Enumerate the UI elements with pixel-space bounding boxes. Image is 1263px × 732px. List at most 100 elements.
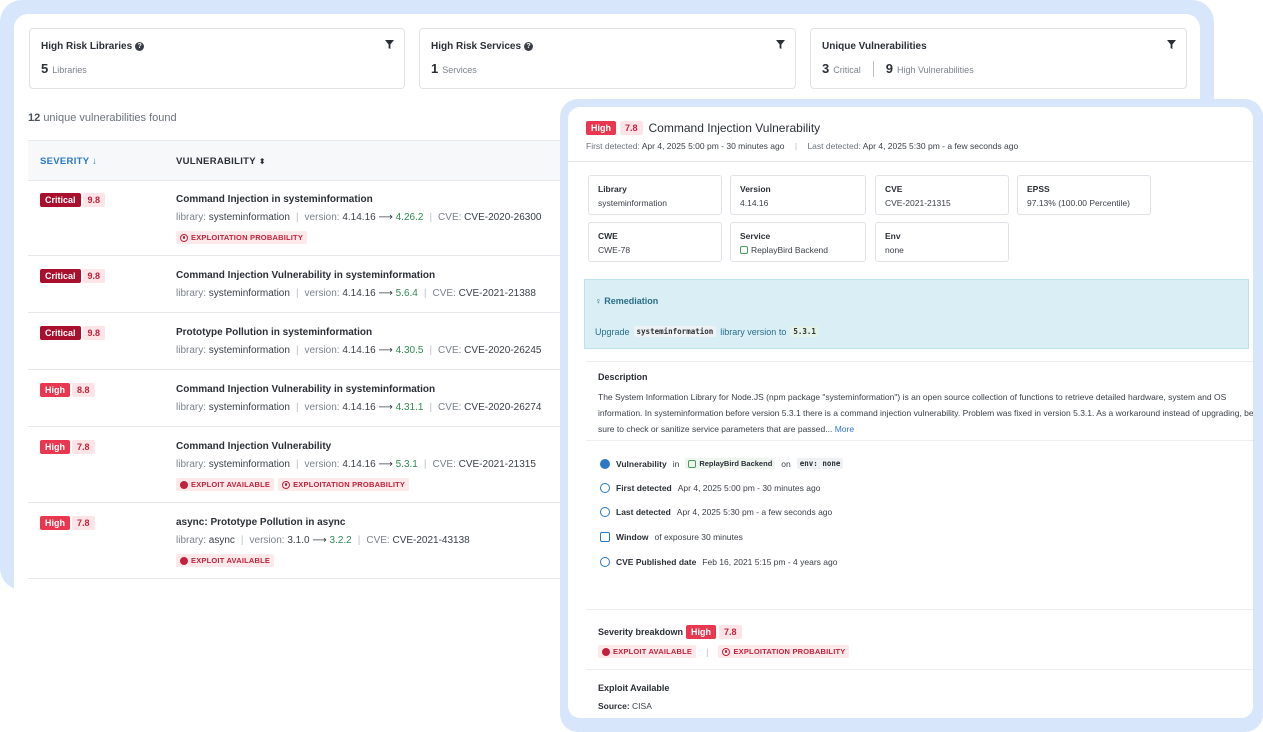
card-high-risk-services[interactable]: High Risk Services? 1 Services <box>419 28 796 89</box>
field-label: CWE <box>598 231 618 241</box>
exploit-available-tag: EXPLOIT AVAILABLE <box>176 554 275 567</box>
table-row[interactable]: High 7.8 Command Injection Vulnerability li… <box>28 427 588 503</box>
divider <box>872 61 874 77</box>
severity-cell: Critical 9.8 <box>40 269 106 283</box>
severity-cell: Critical 9.8 <box>40 326 106 340</box>
table-row[interactable]: Critical 9.8 Prototype Pollution in system… <box>28 313 588 370</box>
env-tag: env: none <box>796 458 844 469</box>
clock-icon <box>600 483 610 493</box>
severity-badge: High <box>40 440 70 454</box>
exploit-available-tag: EXPLOIT AVAILABLE <box>598 645 697 658</box>
card-count: 1 <box>431 61 439 76</box>
lightbulb-icon: ♀ <box>595 296 602 306</box>
field-value: CVE-2021-21315 <box>885 198 951 208</box>
exploit-available-tag: EXPLOIT AVAILABLE <box>176 478 275 491</box>
filter-icon[interactable] <box>1167 40 1176 49</box>
sort-icon: ⬍ <box>258 157 266 166</box>
service-icon <box>740 246 748 254</box>
vulnerability-title[interactable]: Command Injection Vulnerability in syste… <box>176 270 435 281</box>
severity-column-header[interactable]: SEVERITY ↓ <box>40 156 97 167</box>
description-text: The System Information Library for Node.… <box>598 392 1253 434</box>
bomb-icon <box>180 480 188 489</box>
severity-badge: Critical <box>40 269 81 283</box>
help-icon[interactable]: ? <box>135 42 145 51</box>
vulnerability-meta: library: systeminformation | version: 4.14… <box>176 288 536 299</box>
table-row[interactable]: High 7.8 async: Prototype Pollution in asy… <box>28 503 588 579</box>
field-cwe: CWE CWE-78 <box>588 222 722 262</box>
field-epss: EPSS 97.13% (100.00 Percentile) <box>1017 175 1151 215</box>
exploit-available-heading: Exploit Available <box>598 683 670 693</box>
field-value: 97.13% (100.00 Percentile) <box>1027 198 1131 208</box>
severity-score: 7.8 <box>72 440 95 454</box>
bomb-icon <box>180 556 188 565</box>
field-label: CVE <box>885 184 903 194</box>
service-tag: ReplayBird Backend <box>685 458 776 469</box>
globe-icon <box>600 458 610 469</box>
field-service: Service ReplayBird Backend <box>730 222 866 262</box>
library-code: systeminformation <box>633 326 717 337</box>
severity-score: 7.8 <box>719 625 742 639</box>
field-label: Env <box>885 231 901 241</box>
sort-down-icon: ↓ <box>92 156 98 167</box>
field-library: Library systeminformation <box>588 175 722 215</box>
filter-icon[interactable] <box>776 40 785 49</box>
fact-window: Window of exposure 30 minutes <box>600 532 743 542</box>
exploit-source: Source: CISA <box>598 701 652 711</box>
target-icon <box>722 647 731 656</box>
table-row[interactable]: High 8.8 Command Injection Vulnerability i… <box>28 370 588 427</box>
card-high-risk-libraries[interactable]: High Risk Libraries? 5 Libraries <box>29 28 405 89</box>
severity-cell: High 8.8 <box>40 383 95 397</box>
severity-cell: High 7.8 <box>40 516 95 530</box>
card-unit: Libraries <box>52 65 87 75</box>
field-value: CWE-78 <box>598 245 631 255</box>
vulnerability-meta: library: async | version: 3.1.0 ⟶ 3.2.2 | CV… <box>176 535 470 546</box>
field-cve: CVE CVE-2021-21315 <box>875 175 1009 215</box>
filter-icon[interactable] <box>385 40 394 49</box>
fact-last-detected: Last detected Apr 4, 2025 5:30 pm - a few… <box>600 507 832 517</box>
severity-score: 9.8 <box>82 326 106 340</box>
vulnerabilities-found-count: 12 unique vulnerabilities found <box>28 112 177 124</box>
row-tags: EXPLOIT AVAILABLE EXPLOITATION PROBABILIT… <box>176 478 410 491</box>
field-value: none <box>885 245 904 255</box>
bomb-icon <box>602 647 610 656</box>
field-label: Library <box>598 184 627 194</box>
severity-badge: Critical <box>40 326 81 340</box>
severity-score: 8.8 <box>72 383 95 397</box>
table-row[interactable]: Critical 9.8 Command Injection in systemin… <box>28 180 588 256</box>
row-tags: EXPLOIT AVAILABLE <box>176 554 275 567</box>
vulnerability-title[interactable]: Command Injection Vulnerability <box>176 441 331 452</box>
exploitation-probability-tag: EXPLOITATION PROBABILITY <box>278 478 410 491</box>
version-code: 5.3.1 <box>790 326 819 337</box>
remediation-box: ♀ Remediation Upgrade systeminformation … <box>584 279 1249 349</box>
target-icon <box>180 233 188 242</box>
severity-cell: Critical 9.8 <box>40 193 106 207</box>
breakdown-tags: EXPLOIT AVAILABLE | EXPLOITATION PROBABI… <box>598 645 850 658</box>
detail-header: High 7.8 Command Injection Vulnerability <box>586 121 820 135</box>
vulnerability-title[interactable]: async: Prototype Pollution in async <box>176 517 345 528</box>
severity-score: 7.8 <box>620 121 643 135</box>
more-link[interactable]: More <box>835 424 854 434</box>
help-icon[interactable]: ? <box>524 42 534 51</box>
field-label: Version <box>740 184 771 194</box>
field-label: EPSS <box>1027 184 1050 194</box>
vulnerability-title[interactable]: Prototype Pollution in systeminformation <box>176 327 372 338</box>
field-env: Env none <box>875 222 1009 262</box>
severity-badge: High <box>586 121 616 135</box>
vulnerability-title[interactable]: Command Injection in systeminformation <box>176 194 373 205</box>
card-unique-vulnerabilities[interactable]: Unique Vulnerabilities 3 Critical 9 High Vu… <box>810 28 1187 89</box>
vulnerability-column-header[interactable]: VULNERABILITY ⬍ <box>176 156 266 167</box>
vulnerability-detail-panel: High 7.8 Command Injection Vulnerability… <box>568 107 1253 718</box>
vulnerability-meta: library: systeminformation | version: 4.14… <box>176 402 542 413</box>
clock-icon <box>600 507 610 517</box>
clock-icon <box>600 557 610 567</box>
critical-unit: Critical <box>833 65 861 75</box>
severity-score: 9.8 <box>82 269 106 283</box>
vulnerability-title[interactable]: Command Injection Vulnerability in syste… <box>176 384 435 395</box>
service-icon <box>688 459 697 468</box>
severity-badge: High <box>686 625 717 639</box>
table-header: SEVERITY ↓ VULNERABILITY ⬍ <box>28 140 588 181</box>
field-value: systeminformation <box>598 198 667 208</box>
calendar-icon <box>600 532 610 542</box>
exploitation-probability-tag: EXPLOITATION PROBABILITY <box>718 645 850 658</box>
table-row[interactable]: Critical 9.8 Command Injection Vulnerabili… <box>28 256 588 313</box>
